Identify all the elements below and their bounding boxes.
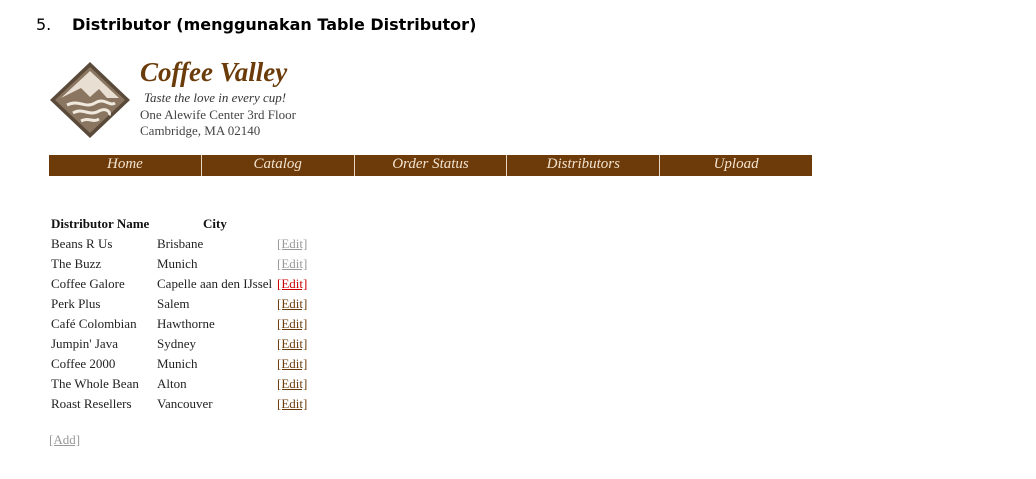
distributor-city: Salem — [157, 296, 190, 311]
edit-link[interactable]: [Edit] — [277, 376, 307, 392]
distributor-name: Coffee Galore — [51, 276, 125, 291]
edit-link[interactable]: [Edit] — [277, 276, 307, 292]
edit-link[interactable]: [Edit] — [277, 396, 307, 412]
address-line-1: One Alewife Center 3rd Floor — [140, 107, 296, 122]
nav-distributors[interactable]: Distributors — [506, 155, 659, 176]
edit-link[interactable]: [Edit] — [277, 336, 307, 352]
edit-link[interactable]: [Edit] — [277, 296, 307, 312]
add-link[interactable]: [Add] — [49, 432, 80, 448]
distributor-name: The Buzz — [51, 256, 102, 271]
brand-title: Coffee Valley — [140, 57, 288, 87]
document-heading: 5. Distributor (menggunakan Table Distrib… — [36, 15, 476, 34]
distributor-city: Alton — [157, 376, 187, 391]
address-line-2: Cambridge, MA 02140 — [140, 123, 261, 138]
edit-link[interactable]: [Edit] — [277, 256, 307, 272]
distributor-name: Coffee 2000 — [51, 356, 116, 371]
nav-home[interactable]: Home — [49, 155, 201, 176]
heading-number: 5. — [36, 15, 52, 34]
distributor-city: Hawthorne — [157, 316, 215, 331]
edit-link[interactable]: [Edit] — [277, 236, 307, 252]
edit-link[interactable]: [Edit] — [277, 356, 307, 372]
main-navbar: Home Catalog Order Status Distributors U… — [49, 155, 812, 176]
edit-link[interactable]: [Edit] — [277, 316, 307, 332]
distributor-name: The Whole Bean — [51, 376, 139, 391]
distributor-city: Sydney — [157, 336, 196, 351]
header-distributor-name: Distributor Name — [51, 216, 150, 231]
header-city: City — [203, 216, 227, 231]
distributor-name: Café Colombian — [51, 316, 137, 331]
distributor-city: Brisbane — [157, 236, 204, 251]
nav-upload[interactable]: Upload — [659, 155, 812, 176]
nav-catalog[interactable]: Catalog — [200, 155, 354, 176]
distributor-name: Beans R Us — [51, 236, 113, 251]
distributor-name: Roast Resellers — [51, 396, 132, 411]
distributor-city: Munich — [157, 256, 198, 271]
distributor-city: Vancouver — [157, 396, 213, 411]
distributor-name: Perk Plus — [51, 296, 101, 311]
coffee-valley-logo — [50, 62, 130, 138]
distributor-city: Munich — [157, 356, 198, 371]
brand-tagline: Taste the love in every cup! — [144, 90, 287, 105]
distributor-name: Jumpin' Java — [51, 336, 118, 351]
nav-order-status[interactable]: Order Status — [353, 155, 507, 176]
distributor-city: Capelle aan den IJssel — [157, 276, 273, 291]
heading-text: Distributor (menggunakan Table Distribut… — [72, 15, 477, 34]
